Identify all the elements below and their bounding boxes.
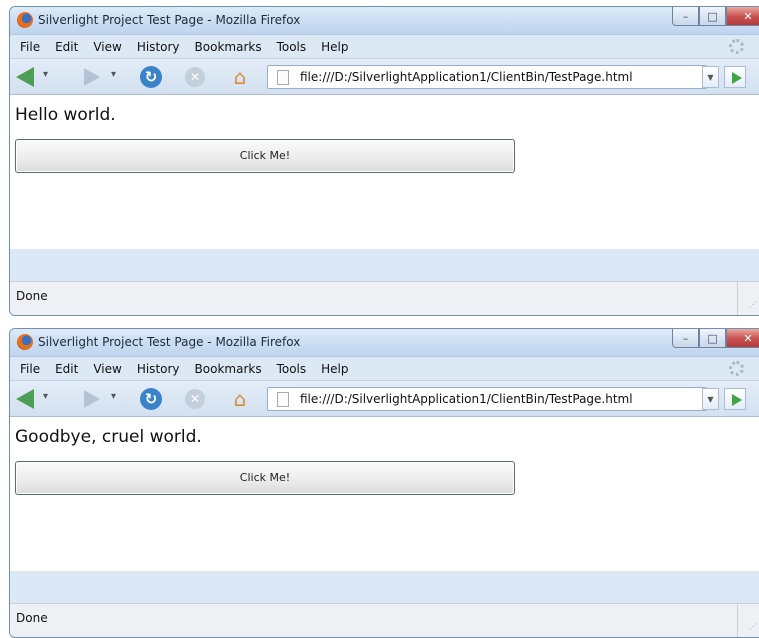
menu-tools[interactable]: Tools (277, 40, 307, 54)
page-content: Hello world. Click Me! (10, 95, 759, 249)
back-history-dropdown-icon[interactable]: ▾ (43, 391, 48, 402)
menu-help[interactable]: Help (321, 40, 348, 54)
menu-edit[interactable]: Edit (55, 40, 78, 54)
home-icon[interactable]: ⌂ (228, 388, 252, 410)
forward-history-dropdown-icon[interactable]: ▾ (111, 391, 116, 402)
browser-window-1: Silverlight Project Test Page - Mozilla … (9, 6, 759, 316)
menu-bar: File Edit View History Bookmarks Tools H… (10, 35, 759, 59)
close-button[interactable]: ✕ (726, 329, 759, 348)
url-history-dropdown-icon[interactable]: ▼ (702, 388, 719, 410)
menu-bookmarks[interactable]: Bookmarks (195, 362, 262, 376)
url-text[interactable]: file:///D:/SilverlightApplication1/Clien… (300, 392, 633, 406)
status-bar: Done ⋰ (10, 281, 759, 315)
title-bar[interactable]: Silverlight Project Test Page - Mozilla … (10, 7, 759, 35)
url-text[interactable]: file:///D:/SilverlightApplication1/Clien… (300, 70, 633, 84)
status-text: Done (16, 611, 48, 625)
address-bar[interactable]: file:///D:/SilverlightApplication1/Clien… (267, 65, 707, 89)
back-arrow-icon[interactable] (16, 67, 34, 87)
reload-icon[interactable]: ↻ (140, 388, 162, 410)
title-bar[interactable]: Silverlight Project Test Page - Mozilla … (10, 329, 759, 357)
go-icon[interactable] (724, 388, 746, 410)
resize-grip-icon[interactable]: ⋰ (737, 282, 759, 315)
page-icon (277, 70, 289, 85)
menu-edit[interactable]: Edit (55, 362, 78, 376)
resize-grip-icon[interactable]: ⋰ (737, 604, 759, 637)
minimize-button[interactable]: – (672, 329, 699, 348)
firefox-icon (17, 334, 33, 350)
status-text: Done (16, 289, 48, 303)
window-controls: – □ ✕ (672, 7, 759, 27)
firefox-icon (17, 12, 33, 28)
click-me-button[interactable]: Click Me! (15, 139, 515, 173)
page-message: Goodbye, cruel world. (15, 427, 202, 447)
stop-icon[interactable]: ✕ (185, 67, 205, 87)
menu-file[interactable]: File (20, 362, 40, 376)
window-controls: – □ ✕ (672, 329, 759, 349)
back-arrow-icon[interactable] (16, 389, 34, 409)
navigation-toolbar: ▾ ▾ ↻ ✕ ⌂ file:///D:/SilverlightApplicat… (10, 381, 759, 417)
menu-file[interactable]: File (20, 40, 40, 54)
window-title: Silverlight Project Test Page - Mozilla … (38, 13, 301, 27)
maximize-button[interactable]: □ (699, 329, 726, 348)
back-history-dropdown-icon[interactable]: ▾ (43, 69, 48, 80)
forward-history-dropdown-icon[interactable]: ▾ (111, 69, 116, 80)
page-content: Goodbye, cruel world. Click Me! (10, 417, 759, 571)
maximize-button[interactable]: □ (699, 7, 726, 26)
minimize-button[interactable]: – (672, 7, 699, 26)
menu-view[interactable]: View (93, 40, 121, 54)
menu-history[interactable]: History (137, 40, 180, 54)
menu-bookmarks[interactable]: Bookmarks (195, 40, 262, 54)
status-bar: Done ⋰ (10, 603, 759, 637)
reload-icon[interactable]: ↻ (140, 66, 162, 88)
menu-tools[interactable]: Tools (277, 362, 307, 376)
url-history-dropdown-icon[interactable]: ▼ (702, 66, 719, 88)
menu-history[interactable]: History (137, 362, 180, 376)
throbber-icon (729, 39, 744, 54)
click-me-button[interactable]: Click Me! (15, 461, 515, 495)
browser-window-2: Silverlight Project Test Page - Mozilla … (9, 328, 759, 638)
navigation-toolbar: ▾ ▾ ↻ ✕ ⌂ file:///D:/SilverlightApplicat… (10, 59, 759, 95)
menu-help[interactable]: Help (321, 362, 348, 376)
stop-icon[interactable]: ✕ (185, 389, 205, 409)
throbber-icon (729, 361, 744, 376)
window-title: Silverlight Project Test Page - Mozilla … (38, 335, 301, 349)
close-button[interactable]: ✕ (726, 7, 759, 26)
go-icon[interactable] (724, 66, 746, 88)
page-icon (277, 392, 289, 407)
menu-view[interactable]: View (93, 362, 121, 376)
forward-arrow-icon[interactable] (84, 68, 100, 86)
home-icon[interactable]: ⌂ (228, 66, 252, 88)
address-bar[interactable]: file:///D:/SilverlightApplication1/Clien… (267, 387, 707, 411)
menu-bar: File Edit View History Bookmarks Tools H… (10, 357, 759, 381)
page-message: Hello world. (15, 105, 116, 125)
forward-arrow-icon[interactable] (84, 390, 100, 408)
